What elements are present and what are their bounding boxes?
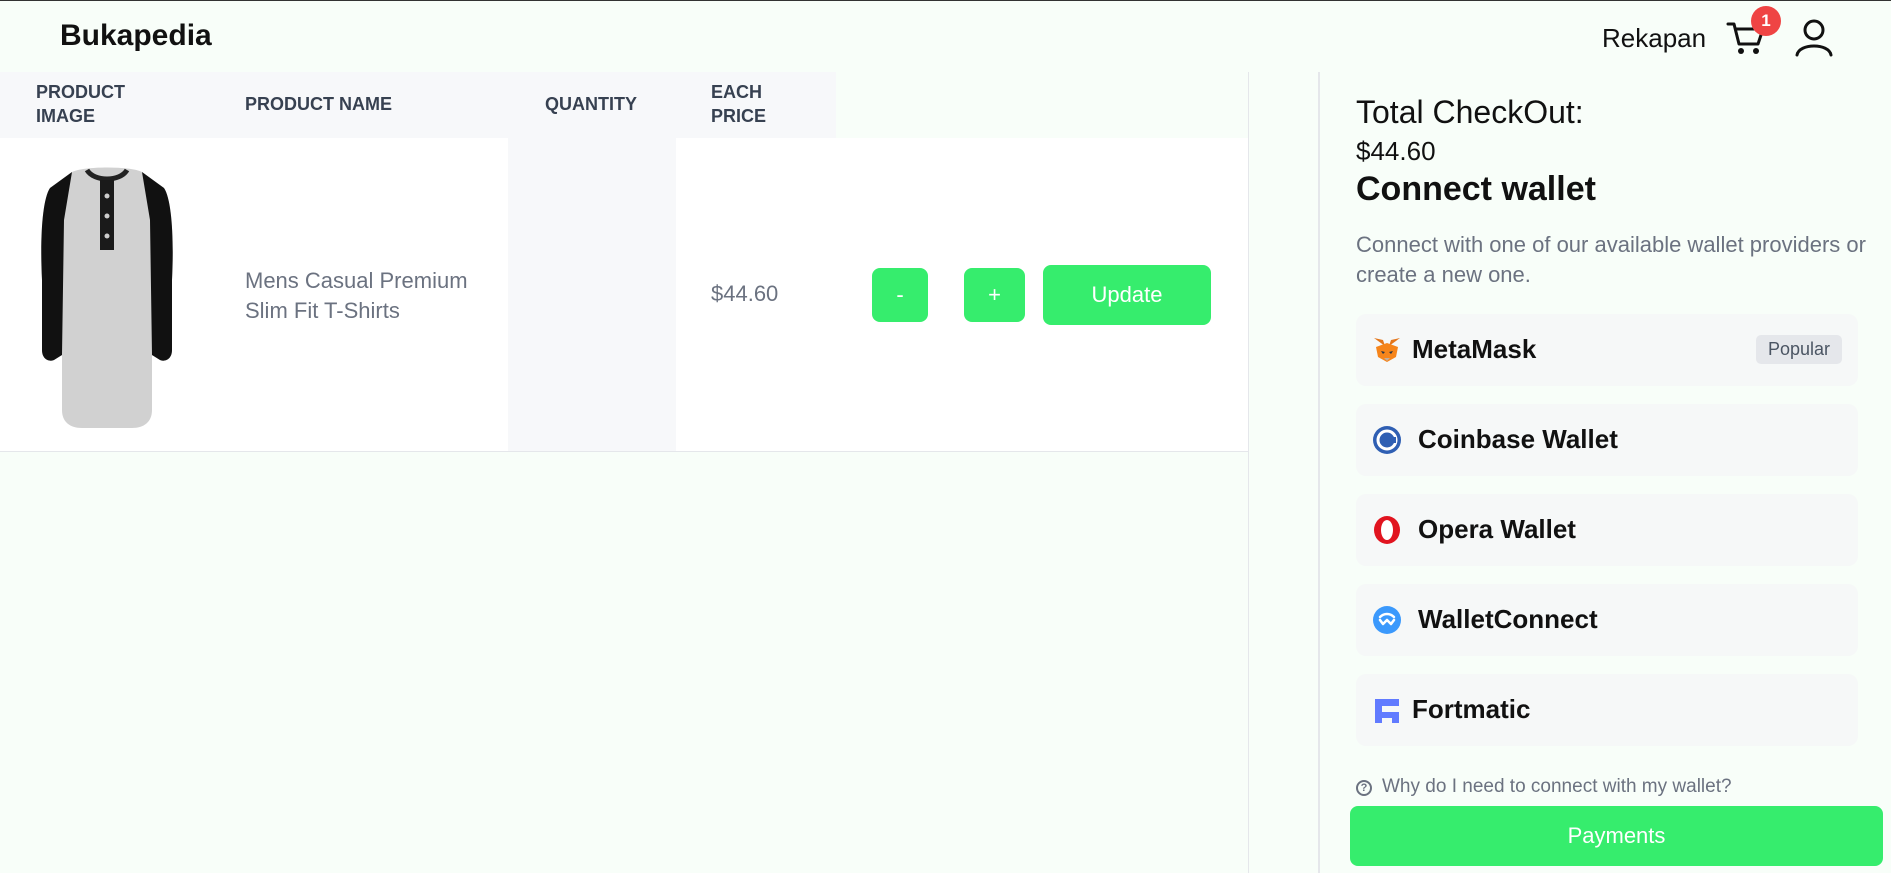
wallet-name: MetaMask <box>1412 334 1537 364</box>
wallet-option-coinbase[interactable]: Coinbase Wallet <box>1356 404 1858 476</box>
increase-quantity-button[interactable]: + <box>964 268 1025 322</box>
metamask-fox-icon <box>1374 338 1400 362</box>
fortmatic-icon <box>1375 699 1399 723</box>
wallet-help-link[interactable]: ? Why do I need to connect with my wallet… <box>1356 776 1732 798</box>
connect-wallet-title: Connect wallet <box>1356 170 1596 208</box>
table-row: Mens Casual Premium Slim Fit T-Shirts $4… <box>0 138 1248 452</box>
quantity-cell <box>508 138 676 451</box>
header: Bukapedia Rekapan 1 <box>0 1 1891 72</box>
wallet-option-opera[interactable]: Opera Wallet <box>1356 494 1858 566</box>
wallet-name: WalletConnect <box>1418 604 1598 634</box>
total-checkout-value: $44.60 <box>1356 136 1436 166</box>
product-price: $44.60 <box>711 281 779 306</box>
wallet-name: Fortmatic <box>1412 694 1531 724</box>
wallet-name: Coinbase Wallet <box>1418 424 1618 454</box>
table-header: PRODUCT IMAGE PRODUCT NAME QUANTITY EACH… <box>0 72 836 138</box>
wallet-option-fortmatic[interactable]: Fortmatic <box>1356 674 1858 746</box>
user-icon[interactable] <box>1794 17 1834 57</box>
wallet-option-walletconnect[interactable]: WalletConnect <box>1356 584 1858 656</box>
header-quantity: QUANTITY <box>545 94 637 114</box>
rekapan-link[interactable]: Rekapan <box>1602 23 1706 54</box>
decrease-quantity-button[interactable]: - <box>872 268 928 322</box>
coinbase-icon <box>1373 426 1401 454</box>
cart-count-badge: 1 <box>1751 6 1781 36</box>
product-name: Mens Casual Premium Slim Fit T-Shirts <box>245 268 468 323</box>
header-product-image: PRODUCT IMAGE <box>36 82 125 126</box>
brand-logo[interactable]: Bukapedia <box>60 19 212 53</box>
total-checkout-label: Total CheckOut: <box>1356 94 1584 130</box>
header-each-price: EACH PRICE <box>711 82 767 126</box>
question-circle-icon: ? <box>1356 780 1372 796</box>
popular-badge: Popular <box>1755 335 1842 364</box>
content-divider <box>1248 72 1249 873</box>
connect-wallet-description: Connect with one of our available wallet… <box>1356 232 1866 287</box>
header-product-name: PRODUCT NAME <box>245 94 392 114</box>
checkout-panel: Total CheckOut: $44.60 Connect wallet Co… <box>1320 72 1891 873</box>
walletconnect-icon <box>1373 606 1401 634</box>
help-text: Why do I need to connect with my wallet? <box>1382 776 1732 797</box>
product-image <box>41 167 173 428</box>
payments-button[interactable]: Payments <box>1350 806 1883 866</box>
opera-icon <box>1374 516 1400 544</box>
wallet-option-metamask[interactable]: MetaMask Popular <box>1356 314 1858 386</box>
wallet-name: Opera Wallet <box>1418 514 1576 544</box>
update-button[interactable]: Update <box>1043 265 1211 325</box>
